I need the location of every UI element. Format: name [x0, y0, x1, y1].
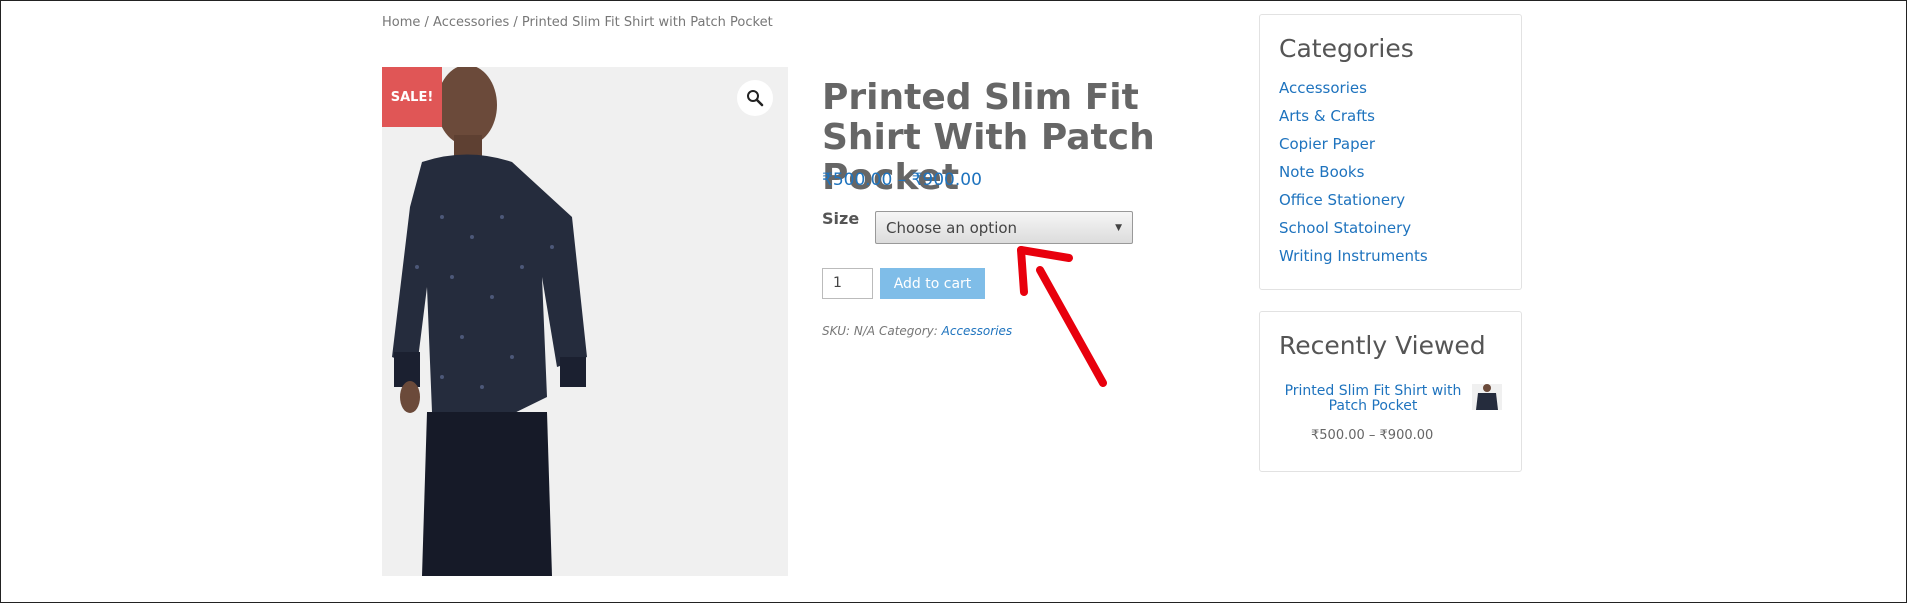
- size-select-value: Choose an option: [886, 218, 1018, 237]
- category-link[interactable]: Arts & Crafts: [1279, 106, 1428, 134]
- breadcrumb-home[interactable]: Home: [382, 15, 420, 30]
- category-link[interactable]: Office Stationery: [1279, 190, 1428, 218]
- breadcrumb-separator: /: [509, 15, 522, 30]
- zoom-button[interactable]: [737, 80, 773, 116]
- add-to-cart-button[interactable]: Add to cart: [880, 268, 985, 299]
- recent-product-thumbnail[interactable]: [1472, 384, 1502, 410]
- categories-title: Categories: [1279, 34, 1414, 63]
- quantity-input[interactable]: 1: [822, 268, 873, 299]
- recent-product-link[interactable]: Printed Slim Fit Shirt with Patch Pocket: [1283, 384, 1463, 414]
- product-meta: SKU: N/A Category: Accessories: [822, 324, 1012, 338]
- breadcrumb-current: Printed Slim Fit Shirt with Patch Pocket: [521, 15, 773, 30]
- breadcrumb-category[interactable]: Accessories: [433, 15, 509, 30]
- category-link[interactable]: Note Books: [1279, 162, 1428, 190]
- size-label: Size: [822, 209, 860, 228]
- shirt-model-illustration: [382, 67, 788, 576]
- magnifier-icon: [747, 90, 764, 107]
- category-link[interactable]: School Statoinery: [1279, 218, 1428, 246]
- meta-category-link[interactable]: Accessories: [942, 324, 1013, 338]
- sale-badge: SALE!: [382, 67, 442, 127]
- product-price: ₹500.00 – ₹900.00: [822, 170, 982, 190]
- category-link[interactable]: Accessories: [1279, 78, 1428, 106]
- category-link[interactable]: Copier Paper: [1279, 134, 1428, 162]
- categories-list: Accessories Arts & Crafts Copier Paper N…: [1279, 78, 1428, 274]
- meta-sku-category-label: SKU: N/A Category:: [822, 324, 942, 338]
- shirt-thumbnail-illustration: [1472, 384, 1502, 410]
- breadcrumb: Home / Accessories / Printed Slim Fit Sh…: [382, 15, 773, 30]
- product-image[interactable]: [382, 67, 788, 576]
- breadcrumb-separator: /: [420, 15, 434, 30]
- chevron-down-icon: ▼: [1115, 222, 1122, 233]
- category-link[interactable]: Writing Instruments: [1279, 246, 1428, 274]
- size-select[interactable]: Choose an option ▼: [875, 211, 1133, 244]
- recent-product-price: ₹500.00 – ₹900.00: [1311, 428, 1434, 443]
- recently-viewed-title: Recently Viewed: [1279, 331, 1486, 360]
